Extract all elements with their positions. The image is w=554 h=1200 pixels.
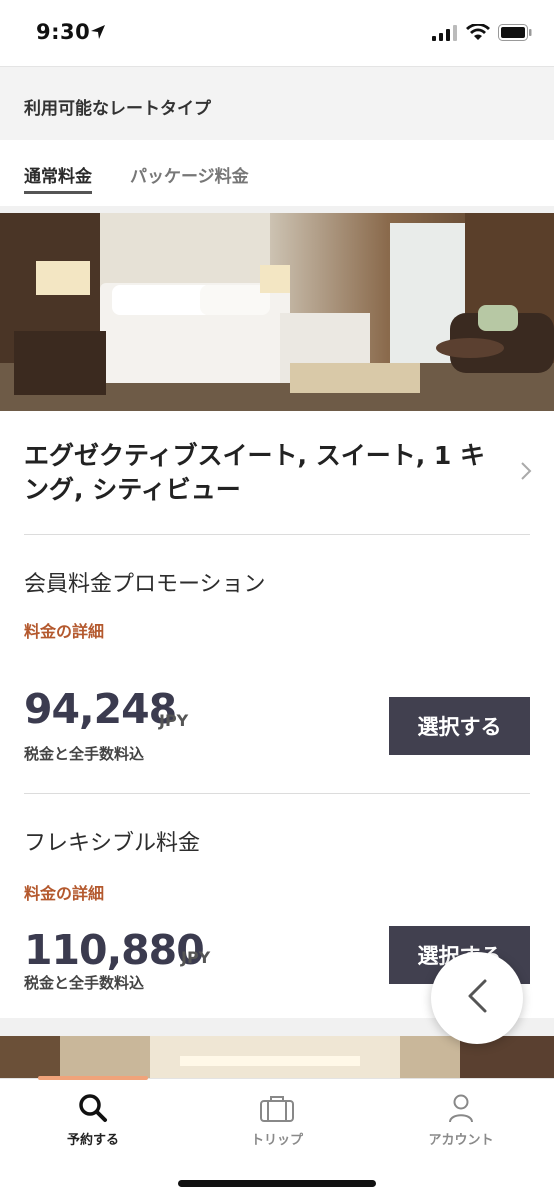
room-photo[interactable] [0,213,554,411]
tab-account[interactable]: アカウント [396,1089,526,1159]
tax-note: 税金と全手数料込 [24,745,145,763]
chevron-right-icon [520,461,532,485]
select-rate-button[interactable]: 選択する [389,697,530,755]
price-currency: JPY [181,948,211,967]
active-tab-indicator [38,1076,148,1080]
room-title: エグゼクティブスイート, スイート, 1 キング, シティビュー [24,441,486,504]
signal-icon [432,24,457,41]
rate-types-header: 利用可能なレートタイプ [0,66,554,140]
status-bar: 9:30 [0,0,554,66]
tax-note: 税金と全手数料込 [24,974,145,992]
rate-name: フレキシブル料金 [24,831,201,856]
location-arrow-icon [90,24,106,44]
section-divider [0,206,554,213]
tab-trips[interactable]: トリップ [212,1089,342,1159]
tab-label: トリップ [250,1133,303,1148]
tab-book[interactable]: 予約する [28,1089,158,1159]
rate-details-link[interactable]: 料金の詳細 [24,618,104,642]
suitcase-icon [260,1096,294,1122]
wifi-icon [466,24,490,40]
status-indicators [432,24,532,41]
room-title-row[interactable]: エグゼクティブスイート, スイート, 1 キング, シティビュー [0,411,554,535]
price-amount: 94,248 [24,685,177,733]
tab-label: アカウント [428,1133,494,1148]
search-icon [79,1094,107,1122]
chevron-left-icon [466,978,488,1018]
rate-details-link[interactable]: 料金の詳細 [24,880,104,904]
price-currency: JPY [159,711,189,730]
price-amount: 110,880 [24,926,205,974]
status-time: 9:30 [36,20,91,44]
person-icon [449,1094,473,1123]
tab-package-rate[interactable]: パッケージ料金 [130,162,249,187]
back-button[interactable] [431,952,523,1044]
tab-label: 予約する [66,1133,119,1148]
tab-standard-rate[interactable]: 通常料金 [24,162,92,194]
rate-card: 会員料金プロモーション 料金の詳細 94,248 JPY 税金と全手数料込 選択… [0,535,554,793]
rate-type-tabs: 通常料金 パッケージ料金 [0,140,554,208]
rate-types-title: 利用可能なレートタイプ [24,99,211,119]
battery-icon [498,24,532,41]
home-indicator [178,1180,376,1187]
rate-name: 会員料金プロモーション [24,572,266,597]
